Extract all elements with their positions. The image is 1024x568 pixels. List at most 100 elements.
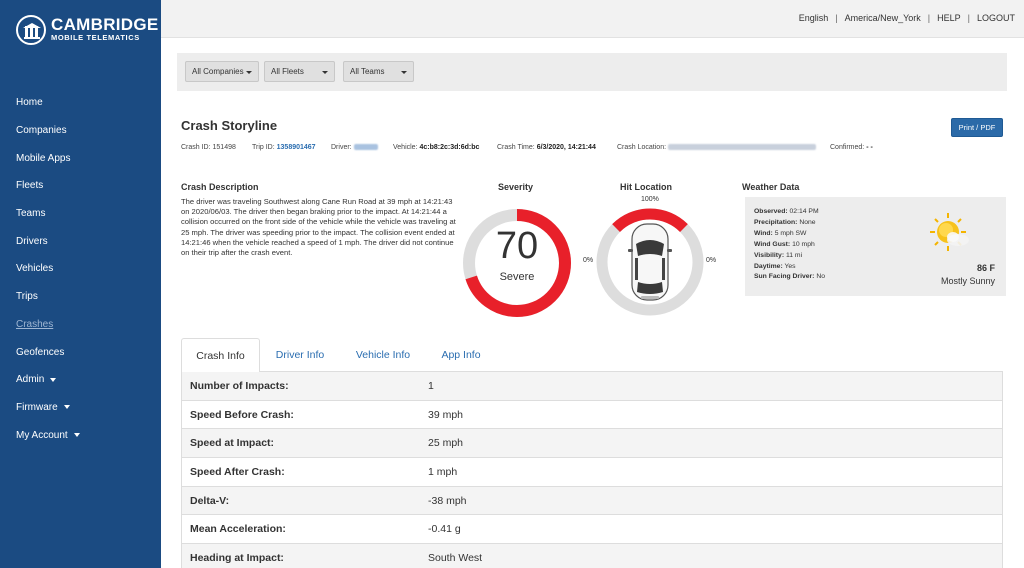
- table-row: Heading at Impact: South West: [182, 544, 1002, 568]
- trip-id-label: Trip ID:: [252, 144, 275, 151]
- severity-label: Severe: [499, 271, 535, 283]
- chevron-down-icon: [401, 71, 407, 74]
- hit-location-gauge: [596, 208, 704, 316]
- sidebar-item-trips[interactable]: Trips: [0, 283, 161, 311]
- sidebar-item-admin[interactable]: Admin: [0, 366, 161, 394]
- sidebar-item-label: Admin: [16, 374, 45, 386]
- crash-description-text: The driver was traveling Southwest along…: [181, 197, 456, 258]
- fleets-filter-dropdown[interactable]: All Fleets: [264, 61, 335, 82]
- weather-label: Daytime:: [754, 262, 783, 270]
- chevron-down-icon: [322, 71, 328, 74]
- timezone-link[interactable]: America/New_York: [845, 13, 921, 23]
- sidebar-item-vehicles[interactable]: Vehicles: [0, 255, 161, 283]
- row-label: Delta-V:: [190, 494, 230, 507]
- sidebar-item-label: My Account: [16, 429, 68, 441]
- weather-row: Observed: 02:14 PM: [754, 207, 825, 218]
- sidebar-item-label: Trips: [16, 291, 38, 303]
- table-row: Speed After Crash: 1 mph: [182, 458, 1002, 487]
- weather-label: Sun Facing Driver:: [754, 273, 815, 281]
- brand-line-1: CAMBRIDGE: [51, 15, 159, 34]
- weather-row: Daytime: Yes: [754, 262, 825, 273]
- row-value: South West: [428, 551, 483, 564]
- tab-driver-info[interactable]: Driver Info: [263, 338, 337, 372]
- print-pdf-button[interactable]: Print / PDF: [951, 118, 1003, 137]
- sidebar-item-firmware[interactable]: Firmware: [0, 394, 161, 422]
- description-title: Crash Description: [181, 182, 259, 192]
- row-label: Heading at Impact:: [190, 551, 284, 564]
- vehicle-label: Vehicle:: [393, 144, 418, 151]
- hit-left-percent: 0%: [583, 257, 594, 264]
- teams-filter-label: All Teams: [350, 67, 385, 76]
- sidebar-item-label: Companies: [16, 125, 67, 137]
- separator: |: [835, 13, 838, 23]
- weather-panel: Observed: 02:14 PM Precipitation: None Win…: [745, 197, 1006, 296]
- sidebar-item-geofences[interactable]: Geofences: [0, 338, 161, 366]
- confirmed-value: - -: [866, 144, 873, 151]
- severity-title: Severity: [498, 182, 534, 192]
- weather-value: 02:14 PM: [789, 208, 819, 215]
- separator: |: [967, 13, 970, 23]
- hit-right-percent: 0%: [706, 257, 717, 264]
- weather-temperature: 86 F: [976, 263, 995, 273]
- sidebar-nav: Home Companies Mobile Apps Fleets Teams Drive…: [0, 89, 161, 449]
- sidebar-item-drivers[interactable]: Drivers: [0, 227, 161, 255]
- trip-id-link[interactable]: 1358901467: [277, 144, 316, 151]
- row-value: -38 mph: [428, 494, 467, 507]
- sidebar-item-label: Mobile Apps: [16, 152, 71, 164]
- companies-filter-dropdown[interactable]: All Companies: [185, 61, 259, 82]
- table-row: Speed at Impact: 25 mph: [182, 429, 1002, 459]
- weather-value: Yes: [784, 262, 796, 270]
- filter-bar: All Companies All Fleets All Teams: [177, 53, 1007, 91]
- weather-row: Wind Gust: 10 mph: [754, 240, 825, 251]
- row-value: 1: [428, 379, 434, 392]
- crash-location: Crash Location:: [617, 144, 816, 151]
- weather-row: Wind: 5 mph SW: [754, 229, 825, 240]
- sidebar-item-home[interactable]: Home: [0, 89, 161, 117]
- sidebar-item-teams[interactable]: Teams: [0, 200, 161, 228]
- help-link[interactable]: HELP: [937, 13, 961, 23]
- confirmed: Confirmed: - -: [830, 144, 873, 151]
- table-row: Number of Impacts: 1: [182, 372, 1002, 401]
- fleets-filter-label: All Fleets: [271, 67, 304, 76]
- driver-redacted-link[interactable]: [353, 144, 378, 151]
- brand-name: CAMBRIDGE MOBILE TELEMATICS: [51, 15, 159, 43]
- chevron-down-icon: [50, 377, 57, 382]
- hit-location-title: Hit Location: [620, 182, 672, 192]
- tab-vehicle-info[interactable]: Vehicle Info: [345, 338, 421, 372]
- sidebar-item-label: Geofences: [16, 346, 65, 358]
- sidebar-item-mobile-apps[interactable]: Mobile Apps: [0, 144, 161, 172]
- weather-row: Sun Facing Driver: No: [754, 272, 825, 283]
- weather-label: Precipitation:: [754, 218, 798, 226]
- driver-label: Driver:: [331, 144, 352, 151]
- sidebar-item-label: Firmware: [16, 401, 58, 413]
- table-row: Delta-V: -38 mph: [182, 486, 1002, 516]
- sidebar-item-label: Crashes: [16, 318, 54, 330]
- brand-logo[interactable]: CAMBRIDGE MOBILE TELEMATICS: [16, 15, 159, 45]
- crash-id-value: 151498: [212, 144, 236, 151]
- crash-info-table: Number of Impacts: 1 Speed Before Crash: 39…: [181, 372, 1003, 568]
- weather-row: Visibility: 11 mi: [754, 251, 825, 262]
- teams-filter-dropdown[interactable]: All Teams: [343, 61, 414, 82]
- sidebar-item-fleets[interactable]: Fleets: [0, 172, 161, 200]
- weather-value: 10 mph: [792, 240, 815, 248]
- weather-condition: Mostly Sunny: [940, 276, 995, 286]
- sidebar-item-my-account[interactable]: My Account: [0, 421, 161, 449]
- separator: |: [927, 13, 931, 23]
- weather-row: Precipitation: None: [754, 218, 825, 229]
- building-logo-icon: [16, 15, 46, 45]
- confirmed-label: Confirmed:: [830, 144, 865, 151]
- car-top-view-icon: [628, 223, 672, 301]
- driver: Driver:: [331, 144, 378, 151]
- logout-link[interactable]: LOGOUT: [977, 13, 1015, 23]
- sidebar-item-label: Fleets: [16, 180, 44, 192]
- vehicle-value: 4c:b8:2c:3d:6d:bc: [419, 144, 480, 151]
- tab-crash-info[interactable]: Crash Info: [181, 338, 260, 373]
- sidebar-item-companies[interactable]: Companies: [0, 117, 161, 145]
- chevron-down-icon: [63, 405, 70, 410]
- crash-location-label: Crash Location:: [617, 144, 667, 151]
- tab-app-info[interactable]: App Info: [431, 338, 491, 372]
- language-link[interactable]: English: [799, 13, 829, 23]
- crash-time: Crash Time: 6/3/2020, 14:21:44: [497, 144, 596, 151]
- sidebar-item-crashes[interactable]: Crashes: [0, 311, 161, 339]
- crash-time-value: 6/3/2020, 14:21:44: [536, 144, 596, 151]
